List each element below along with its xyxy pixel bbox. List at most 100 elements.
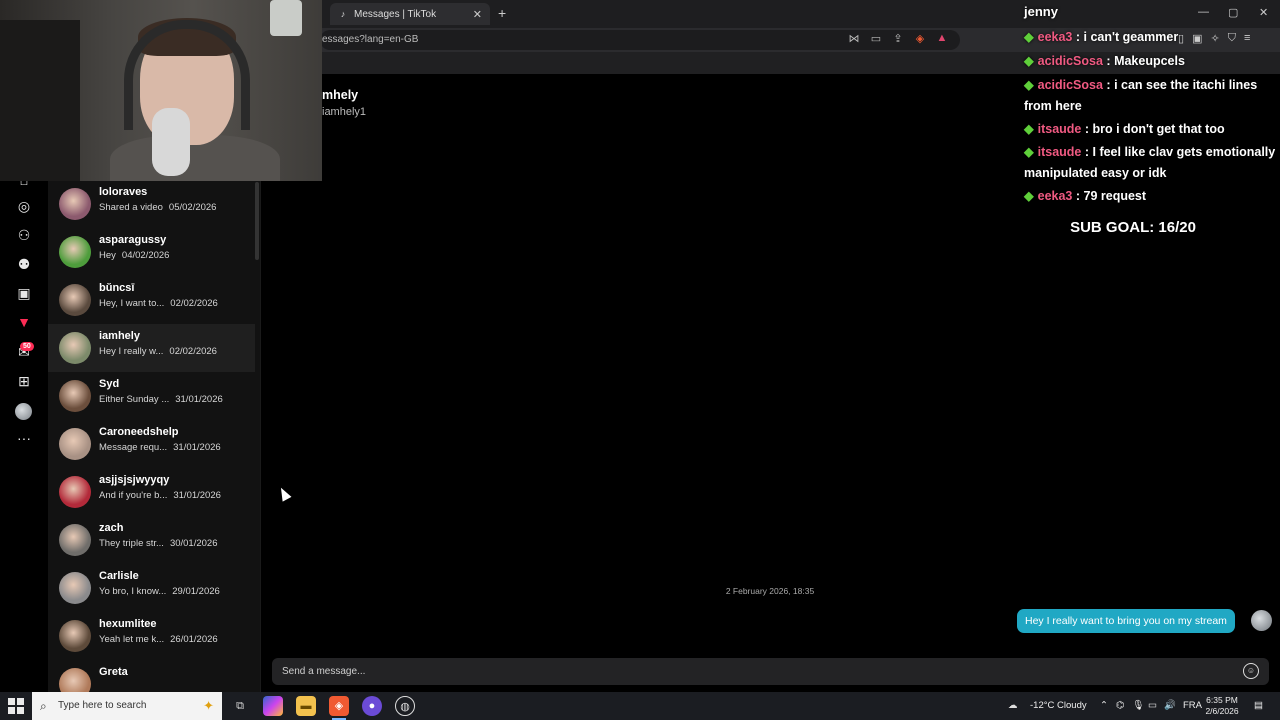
obs-studio-icon[interactable]: ◍ [395, 696, 415, 716]
conversation-name: iamhely [99, 330, 140, 342]
tab-messages-tiktok[interactable]: ♪ Messages | TikTok ✕ [330, 3, 490, 25]
emoji-icon[interactable]: ☺ [1243, 663, 1259, 679]
overlay-chat-text: Makeupcels [1114, 54, 1185, 68]
overlay-chat-text: bro i don't get that too [1092, 122, 1225, 136]
conversation-avatar [59, 668, 91, 692]
more-icon[interactable]: ··· [14, 428, 34, 448]
preview-date: 02/02/2026 [169, 346, 217, 357]
conversation-preview: Yeah let me k... 26/01/2026 [99, 634, 218, 645]
obs-like-app-icon[interactable]: ● [362, 696, 382, 716]
tiktok-icon: ♪ [340, 9, 346, 19]
conversation-name: zach [99, 522, 124, 534]
activity-icon[interactable]: ▼ [14, 312, 34, 332]
preview-text: Hey [99, 250, 116, 261]
conversation-item[interactable]: Carlisle Yo bro, I know... 29/01/2026 [48, 564, 255, 612]
conversation-avatar [59, 428, 91, 460]
overlay-chat-user: eeka3 [1037, 30, 1073, 44]
weather-text[interactable]: -12°C Cloudy [1030, 692, 1087, 720]
friends-icon[interactable]: ⚉ [14, 254, 34, 274]
conversation-list-scrollbar[interactable] [255, 182, 259, 260]
overlay-chat-message: ◆ itsaude : I feel like clav gets emotion… [1024, 145, 1276, 180]
brave-rewards-icon[interactable]: ▲ [936, 32, 948, 45]
conversation-avatar [59, 476, 91, 508]
upload-icon[interactable]: ⊞ [14, 371, 34, 391]
wifi-icon[interactable]: ▭ [1148, 692, 1157, 720]
brave-shield-icon[interactable]: ◈ [914, 32, 926, 45]
share-icon[interactable]: ⇪ [892, 32, 904, 45]
message-timestamp: 2 February 2026, 18:35 [725, 586, 815, 596]
sent-message-bubble[interactable]: Hey I really want to bring you on my str… [1017, 609, 1235, 633]
cast-icon[interactable]: ▭ [870, 32, 882, 45]
profile-avatar[interactable] [15, 403, 32, 420]
preview-date: 02/02/2026 [170, 298, 218, 309]
webcam-overlay [0, 0, 322, 181]
volume-icon[interactable]: 🔊 [1164, 692, 1176, 720]
copilot-sparkle-icon: ✦ [203, 698, 214, 713]
system-clock[interactable]: 6:35 PM 2/6/2026 [1196, 695, 1248, 717]
close-window-button[interactable]: ✕ [1259, 6, 1268, 19]
preview-date: 30/01/2026 [169, 538, 218, 549]
new-tab-button[interactable]: + [498, 5, 506, 21]
conversation-avatar [59, 284, 91, 316]
conversation-preview: Message requ... 31/01/2026 [99, 442, 221, 453]
clock-time: 6:35 PM [1206, 695, 1238, 705]
screen: ♪ Messages | TikTok ✕ + — ▢ ✕ essages?la… [0, 0, 1280, 720]
notifications-icon[interactable]: ▤ [1254, 692, 1263, 720]
conversation-item[interactable]: Greta [48, 660, 255, 692]
brave-browser-icon[interactable]: ◈ [329, 696, 349, 716]
explore-icon[interactable]: ◎ [14, 196, 34, 216]
conversation-item[interactable]: asparagussy Hey 04/02/2026 [48, 228, 255, 276]
overlay-chat-text: i can't geammer [1083, 30, 1179, 44]
messages-badge: 50 [20, 342, 34, 351]
mic-icon[interactable]: 🎙 [1132, 692, 1144, 720]
copilot-icon[interactable] [263, 696, 283, 716]
conversation-name: Caroneedshelp [99, 426, 179, 438]
following-icon[interactable]: ⚇ [14, 225, 34, 245]
conversation-item[interactable]: asjjsjsjwyyqy And if you're b... 31/01/202… [48, 468, 255, 516]
translate-icon[interactable]: ⋈ [848, 32, 860, 45]
conversation-name: asjjsjsjwyyqy [99, 474, 170, 486]
mouse-cursor [276, 485, 292, 502]
badge-gem-icon: ◆ [1024, 30, 1034, 44]
preview-text: And if you're b... [99, 490, 168, 501]
task-view-icon[interactable]: ⧉ [230, 696, 250, 716]
conversation-item[interactable]: zach They triple str... 30/01/2026 [48, 516, 255, 564]
preview-date: 31/01/2026 [173, 490, 221, 501]
preview-text: Yeah let me k... [99, 634, 165, 645]
conversation-item[interactable]: Caroneedshelp Message requ... 31/01/2026 [48, 420, 255, 468]
badge-gem-icon: ◆ [1024, 145, 1034, 159]
conversation-item[interactable]: loloraves Shared a video 05/02/2026 [48, 180, 255, 228]
conversation-item[interactable]: bŭncsī Hey, I want to... 02/02/2026 [48, 276, 255, 324]
chat-contact-name[interactable]: mhely [322, 88, 358, 102]
clock-date: 2/6/2026 [1205, 706, 1239, 716]
windows-start-icon[interactable] [8, 698, 24, 714]
conversation-preview: Hey I really w... 02/02/2026 [99, 346, 217, 357]
badge-gem-icon: ◆ [1024, 122, 1034, 136]
minimize-button[interactable]: — [1198, 6, 1209, 18]
conversation-name: asparagussy [99, 234, 167, 246]
conversation-avatar [59, 332, 91, 364]
preview-date: 04/02/2026 [121, 250, 170, 261]
badge-gem-icon: ◆ [1024, 189, 1034, 203]
conversation-item[interactable]: Syd Either Sunday ... 31/01/2026 [48, 372, 255, 420]
maximize-button[interactable]: ▢ [1228, 6, 1238, 19]
conversation-name: hexumlitee [99, 618, 157, 630]
weather-icon[interactable]: ☁ [1008, 692, 1018, 720]
conversation-name: loloraves [99, 186, 148, 198]
message-input[interactable] [282, 662, 1222, 681]
conversation-item[interactable]: iamhely Hey I really w... 02/02/2026 [48, 324, 255, 372]
preview-text: Hey I really w... [99, 346, 164, 357]
taskbar-search[interactable]: ⌕ Type here to search ✦ [32, 692, 222, 720]
preview-date: 29/01/2026 [172, 586, 220, 597]
chat-contact-handle[interactable]: iamhely1 [322, 106, 366, 118]
tray-overflow-icon[interactable]: ⌃ [1100, 692, 1108, 720]
preview-text: Yo bro, I know... [99, 586, 167, 597]
network-icon[interactable]: ⌬ [1116, 692, 1124, 720]
file-explorer-icon[interactable]: ▬ [296, 696, 316, 716]
search-icon: ⌕ [40, 699, 47, 713]
conversation-item[interactable]: hexumlitee Yeah let me k... 26/01/2026 [48, 612, 255, 660]
overlay-chat-message: ◆ eeka3 : 79 request [1024, 189, 1147, 203]
live-icon[interactable]: ▣ [14, 283, 34, 303]
my-avatar[interactable] [1251, 610, 1272, 631]
close-tab-icon[interactable]: ✕ [473, 8, 482, 21]
